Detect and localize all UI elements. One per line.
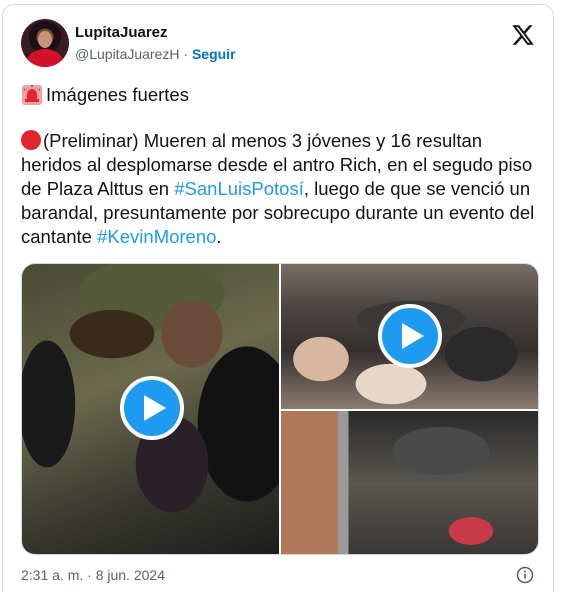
paragraph-part-3: .	[216, 226, 222, 247]
play-button[interactable]	[378, 304, 442, 368]
video-thumbnail-2[interactable]	[281, 264, 538, 409]
tweet-header: LupitaJuarez @LupitaJuarezH · Seguir	[21, 19, 537, 71]
avatar-face	[38, 31, 52, 48]
tweet-line-1: Imágenes fuertes	[21, 83, 541, 107]
author-block: LupitaJuarez @LupitaJuarezH · Seguir	[75, 23, 236, 64]
hashtag-san-luis-potosi[interactable]: #SanLuisPotosí	[174, 178, 304, 199]
video-thumbnail-1[interactable]	[22, 264, 279, 554]
display-name[interactable]: LupitaJuarez	[75, 23, 236, 43]
x-logo-icon[interactable]	[511, 23, 535, 47]
handle[interactable]: @LupitaJuarezH	[75, 46, 180, 62]
avatar[interactable]	[21, 19, 69, 67]
red-circle-emoji-icon	[21, 130, 41, 150]
separator: ·	[179, 46, 192, 62]
tweet-card: LupitaJuarez @LupitaJuarezH · Seguir Imá…	[2, 4, 554, 592]
info-icon[interactable]	[516, 566, 534, 584]
media-grid	[21, 263, 539, 555]
image-thumbnail-3[interactable]	[281, 411, 538, 554]
handle-row: @LupitaJuarezH · Seguir	[75, 44, 236, 64]
play-button[interactable]	[120, 376, 184, 440]
tweet-text: Imágenes fuertes (Preliminar) Mueren al …	[21, 83, 541, 249]
play-icon	[144, 395, 166, 421]
timestamp[interactable]: 2:31 a. m. · 8 jun. 2024	[21, 566, 165, 584]
play-icon	[402, 323, 424, 349]
follow-button[interactable]: Seguir	[192, 46, 236, 62]
avatar-shirt	[27, 49, 63, 67]
hashtag-kevin-moreno[interactable]: #KevinMoreno	[97, 226, 216, 247]
tweet-paragraph: (Preliminar) Mueren al menos 3 jóvenes y…	[21, 129, 541, 249]
siren-emoji-icon	[22, 85, 42, 105]
tweet-line-1-text: Imágenes fuertes	[46, 84, 189, 105]
